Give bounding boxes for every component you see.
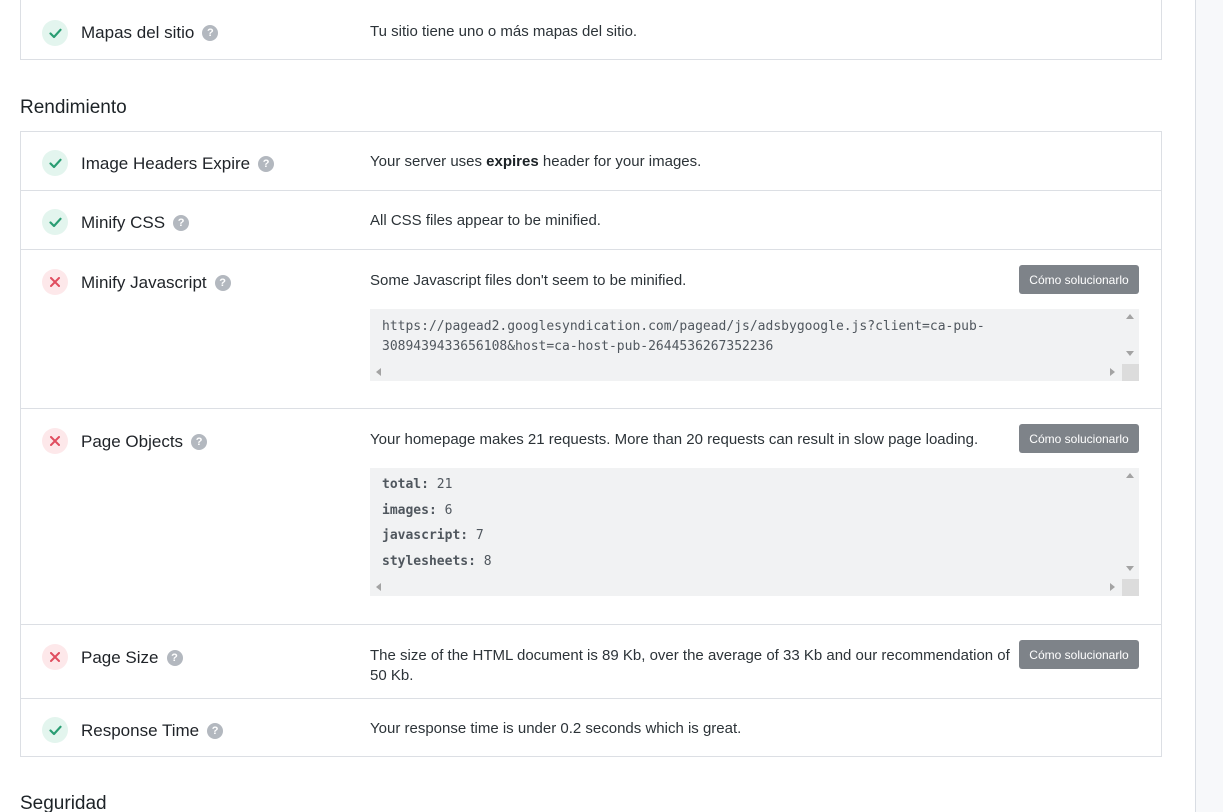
check-label: Minify Javascript ?: [81, 273, 231, 293]
check-label: Page Objects ?: [81, 432, 208, 452]
check-label-text: Response Time: [81, 721, 200, 740]
right-gutter: [1196, 0, 1223, 812]
vertical-scrollbar[interactable]: [1122, 468, 1139, 579]
stat-key: stylesheets:: [382, 553, 476, 569]
check-description: Your server uses expires header for your…: [370, 152, 701, 172]
check-icon: [42, 717, 68, 743]
stat-line: stylesheets: 8: [382, 549, 1119, 575]
stat-value: 7: [475, 528, 484, 543]
check-label: Mapas del sitio ?: [81, 23, 219, 43]
sitemaps-card: Mapas del sitio ? Tu sitio tiene uno o m…: [20, 0, 1162, 60]
cross-icon: [42, 428, 68, 454]
how-to-fix-button[interactable]: Cómo solucionarlo: [1019, 424, 1139, 453]
check-row-sitemaps: Mapas del sitio ? Tu sitio tiene uno o m…: [21, 0, 1161, 59]
code-line: https://pagead2.googlesyndication.com/pa…: [382, 319, 985, 334]
scroll-up-arrow-icon[interactable]: [1126, 473, 1134, 478]
check-icon: [42, 209, 68, 235]
question-mark-icon[interactable]: ?: [202, 25, 219, 41]
desc-part: Your server uses: [370, 153, 487, 170]
question-mark-icon[interactable]: ?: [207, 723, 224, 739]
question-mark-icon[interactable]: ?: [258, 156, 275, 172]
check-description: Your response time is under 0.2 seconds …: [370, 720, 742, 737]
question-mark-icon[interactable]: ?: [166, 650, 183, 666]
stat-key: javascript:: [382, 528, 469, 543]
desc-part: header for your images.: [538, 153, 702, 170]
question-mark-icon[interactable]: ?: [191, 434, 208, 450]
how-to-fix-button[interactable]: Cómo solucionarlo: [1019, 265, 1139, 294]
stat-value: 8: [483, 553, 492, 569]
check-label: Page Size ?: [81, 648, 183, 668]
horizontal-scrollbar[interactable]: [370, 579, 1122, 596]
check-description: Your homepage makes 21 requests. More th…: [370, 431, 979, 448]
check-row-image-headers: Image Headers Expire ? Your server uses …: [21, 132, 1161, 190]
scroll-left-arrow-icon[interactable]: [376, 368, 381, 376]
check-description: The size of the HTML document is 89 Kb, …: [370, 647, 1010, 684]
check-label-text: Minify Javascript: [81, 273, 207, 292]
check-label-text: Page Size: [81, 648, 159, 667]
horizontal-scrollbar[interactable]: [370, 364, 1122, 381]
vertical-scrollbar[interactable]: [1122, 309, 1139, 364]
stats-box[interactable]: total: 21 images: 6 javascript: 7 styles…: [370, 468, 1139, 596]
scrollbar-corner: [1122, 364, 1139, 381]
section-title-performance: Rendimiento: [20, 97, 127, 118]
scroll-down-arrow-icon[interactable]: [1126, 351, 1134, 356]
scroll-right-arrow-icon[interactable]: [1110, 368, 1115, 376]
cross-icon: [42, 269, 68, 295]
question-mark-icon[interactable]: ?: [173, 215, 190, 231]
stats-content: total: 21 images: 6 javascript: 7 styles…: [382, 472, 1119, 574]
stat-key: total:: [382, 477, 429, 492]
stat-line: images: 6: [382, 498, 1119, 524]
check-icon: [42, 20, 68, 46]
check-row-response-time: Response Time ? Your response time is un…: [21, 698, 1161, 756]
check-row-page-size: Page Size ? The size of the HTML documen…: [21, 624, 1161, 698]
scroll-left-arrow-icon[interactable]: [376, 583, 381, 591]
performance-card: Image Headers Expire ? Your server uses …: [20, 131, 1162, 757]
scroll-right-arrow-icon[interactable]: [1110, 583, 1115, 591]
code-box[interactable]: https://pagead2.googlesyndication.com/pa…: [370, 309, 1139, 381]
check-row-minify-css: Minify CSS ? All CSS files appear to be …: [21, 190, 1161, 249]
stat-line: total: 21: [382, 472, 1119, 498]
check-description: Some Javascript files don't seem to be m…: [370, 272, 687, 289]
stat-line: javascript: 7: [382, 523, 1119, 549]
stat-value: 21: [436, 477, 453, 492]
section-title-security: Seguridad: [20, 793, 107, 812]
stat-value: 6: [444, 502, 453, 518]
check-description: Tu sitio tiene uno o más mapas del sitio…: [370, 23, 638, 40]
scroll-down-arrow-icon[interactable]: [1126, 566, 1134, 571]
scrollbar-corner: [1122, 579, 1139, 596]
scroll-up-arrow-icon[interactable]: [1126, 314, 1134, 319]
check-label: Response Time ?: [81, 721, 224, 741]
question-mark-icon[interactable]: ?: [214, 275, 231, 291]
code-line: 3089439433656108&host=ca-host-pub-264453…: [382, 339, 774, 354]
check-row-minify-javascript: Minify Javascript ? Some Javascript file…: [21, 249, 1161, 408]
check-description: All CSS files appear to be minified.: [370, 212, 601, 229]
stat-key: images:: [382, 502, 437, 518]
cross-icon: [42, 644, 68, 670]
check-label: Image Headers Expire ?: [81, 154, 275, 174]
check-label-text: Image Headers Expire: [81, 154, 251, 173]
check-label-text: Page Objects: [81, 432, 184, 451]
check-row-page-objects: Page Objects ? Your homepage makes 21 re…: [21, 408, 1161, 624]
check-icon: [42, 150, 68, 176]
check-label-text: Mapas del sitio: [81, 23, 195, 42]
code-content: https://pagead2.googlesyndication.com/pa…: [382, 317, 1119, 357]
check-label: Minify CSS ?: [81, 213, 190, 233]
how-to-fix-button[interactable]: Cómo solucionarlo: [1019, 640, 1139, 669]
check-label-text: Minify CSS: [81, 213, 166, 232]
desc-bold: expires: [486, 153, 539, 170]
